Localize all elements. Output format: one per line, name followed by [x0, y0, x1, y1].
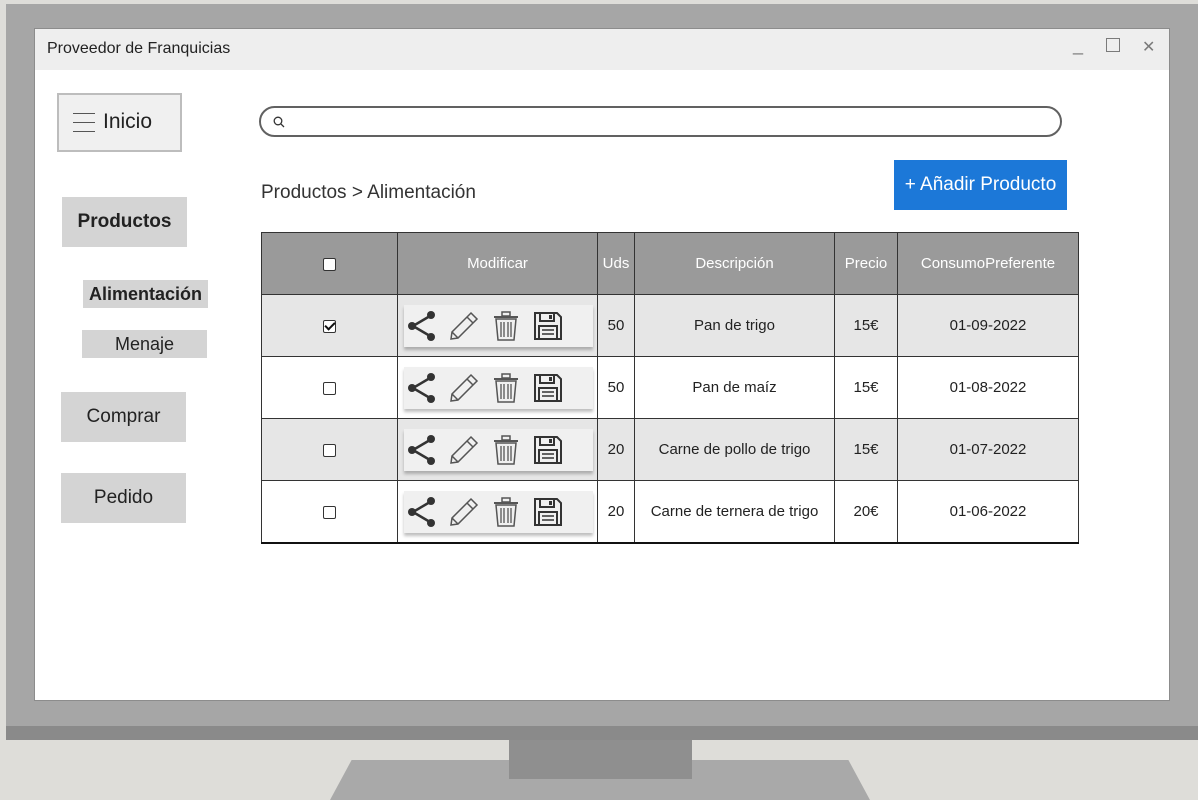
- maximize-icon: [1106, 38, 1120, 52]
- row-actions-cell: [397, 356, 598, 419]
- pencil-icon[interactable]: [448, 434, 480, 466]
- trash-icon[interactable]: [490, 496, 522, 528]
- minimize-button[interactable]: _: [1073, 35, 1083, 56]
- row-uds: 20: [597, 418, 635, 481]
- row-precio: 15€: [834, 356, 898, 419]
- row-consumo: 01-07-2022: [897, 418, 1079, 481]
- sidebar-item-alimentacion[interactable]: Alimentación: [83, 280, 208, 308]
- row-select-cell: [261, 356, 398, 419]
- save-icon[interactable]: [532, 310, 564, 342]
- share-icon[interactable]: [406, 310, 438, 342]
- row-actions: [404, 366, 593, 409]
- share-icon[interactable]: [406, 434, 438, 466]
- header-modificar: Modificar: [397, 232, 598, 295]
- search-input[interactable]: [259, 106, 1062, 137]
- header-consumo: ConsumoPreferente: [897, 232, 1079, 295]
- row-uds: 50: [597, 294, 635, 357]
- header-uds: Uds: [597, 232, 635, 295]
- app-window: Proveedor de Franquicias _ ✕ Inicio Prod…: [34, 28, 1170, 701]
- row-uds: 20: [597, 480, 635, 544]
- sidebar-item-productos[interactable]: Productos: [62, 197, 187, 247]
- monitor-neck: [509, 740, 692, 779]
- sidebar-item-menaje[interactable]: Menaje: [82, 330, 207, 358]
- pencil-icon[interactable]: [448, 310, 480, 342]
- hamburger-icon: [73, 113, 95, 133]
- row-descripcion: Pan de maíz: [634, 356, 835, 419]
- header-descripcion: Descripción: [634, 232, 835, 295]
- row-actions: [404, 490, 593, 533]
- header-select-all: [261, 232, 398, 295]
- row-checkbox[interactable]: [323, 505, 336, 519]
- add-product-button[interactable]: + Añadir Producto: [894, 160, 1067, 210]
- pencil-icon[interactable]: [448, 372, 480, 404]
- menu-button[interactable]: Inicio: [57, 93, 182, 152]
- maximize-button[interactable]: [1106, 38, 1120, 57]
- row-consumo: 01-08-2022: [897, 356, 1079, 419]
- row-uds: 50: [597, 356, 635, 419]
- row-select-cell: [261, 418, 398, 481]
- row-consumo: 01-06-2022: [897, 480, 1079, 544]
- row-descripcion: Carne de pollo de trigo: [634, 418, 835, 481]
- row-consumo: 01-09-2022: [897, 294, 1079, 357]
- menu-label: Inicio: [103, 110, 153, 133]
- row-actions-cell: [397, 480, 598, 544]
- table-row: 20 Carne de ternera de trigo 20€ 01-06-2…: [261, 480, 1079, 544]
- row-actions: [404, 304, 593, 347]
- table-header-row: Modificar Uds Descripción Precio Consumo…: [261, 232, 1079, 295]
- table-row: 50 Pan de trigo 15€ 01-09-2022: [261, 294, 1079, 357]
- sidebar-item-pedido[interactable]: Pedido: [61, 473, 186, 523]
- save-icon[interactable]: [532, 434, 564, 466]
- row-checkbox[interactable]: [323, 319, 336, 333]
- row-descripcion: Pan de trigo: [634, 294, 835, 357]
- row-checkbox[interactable]: [323, 443, 336, 457]
- row-checkbox[interactable]: [323, 381, 336, 395]
- row-actions-cell: [397, 294, 598, 357]
- table-row: 20 Carne de pollo de trigo 15€ 01-07-202…: [261, 418, 1079, 481]
- save-icon[interactable]: [532, 372, 564, 404]
- search-icon: [273, 116, 285, 128]
- title-bar: Proveedor de Franquicias _ ✕: [35, 29, 1169, 70]
- monitor-chin: [6, 726, 1198, 740]
- trash-icon[interactable]: [490, 434, 522, 466]
- trash-icon[interactable]: [490, 372, 522, 404]
- pencil-icon[interactable]: [448, 496, 480, 528]
- row-precio: 15€: [834, 294, 898, 357]
- window-title: Proveedor de Franquicias: [47, 40, 231, 57]
- sidebar-item-comprar[interactable]: Comprar: [61, 392, 186, 442]
- row-select-cell: [261, 294, 398, 357]
- breadcrumb: Productos > Alimentación: [261, 182, 476, 203]
- row-precio: 15€: [834, 418, 898, 481]
- select-all-checkbox[interactable]: [323, 257, 336, 271]
- share-icon[interactable]: [406, 372, 438, 404]
- close-button[interactable]: ✕: [1142, 37, 1155, 57]
- header-precio: Precio: [834, 232, 898, 295]
- table-row: 50 Pan de maíz 15€ 01-08-2022: [261, 356, 1079, 419]
- save-icon[interactable]: [532, 496, 564, 528]
- row-actions-cell: [397, 418, 598, 481]
- row-actions: [404, 428, 593, 471]
- row-precio: 20€: [834, 480, 898, 544]
- trash-icon[interactable]: [490, 310, 522, 342]
- share-icon[interactable]: [406, 496, 438, 528]
- row-select-cell: [261, 480, 398, 544]
- products-table: Modificar Uds Descripción Precio Consumo…: [261, 232, 1079, 544]
- row-descripcion: Carne de ternera de trigo: [634, 480, 835, 544]
